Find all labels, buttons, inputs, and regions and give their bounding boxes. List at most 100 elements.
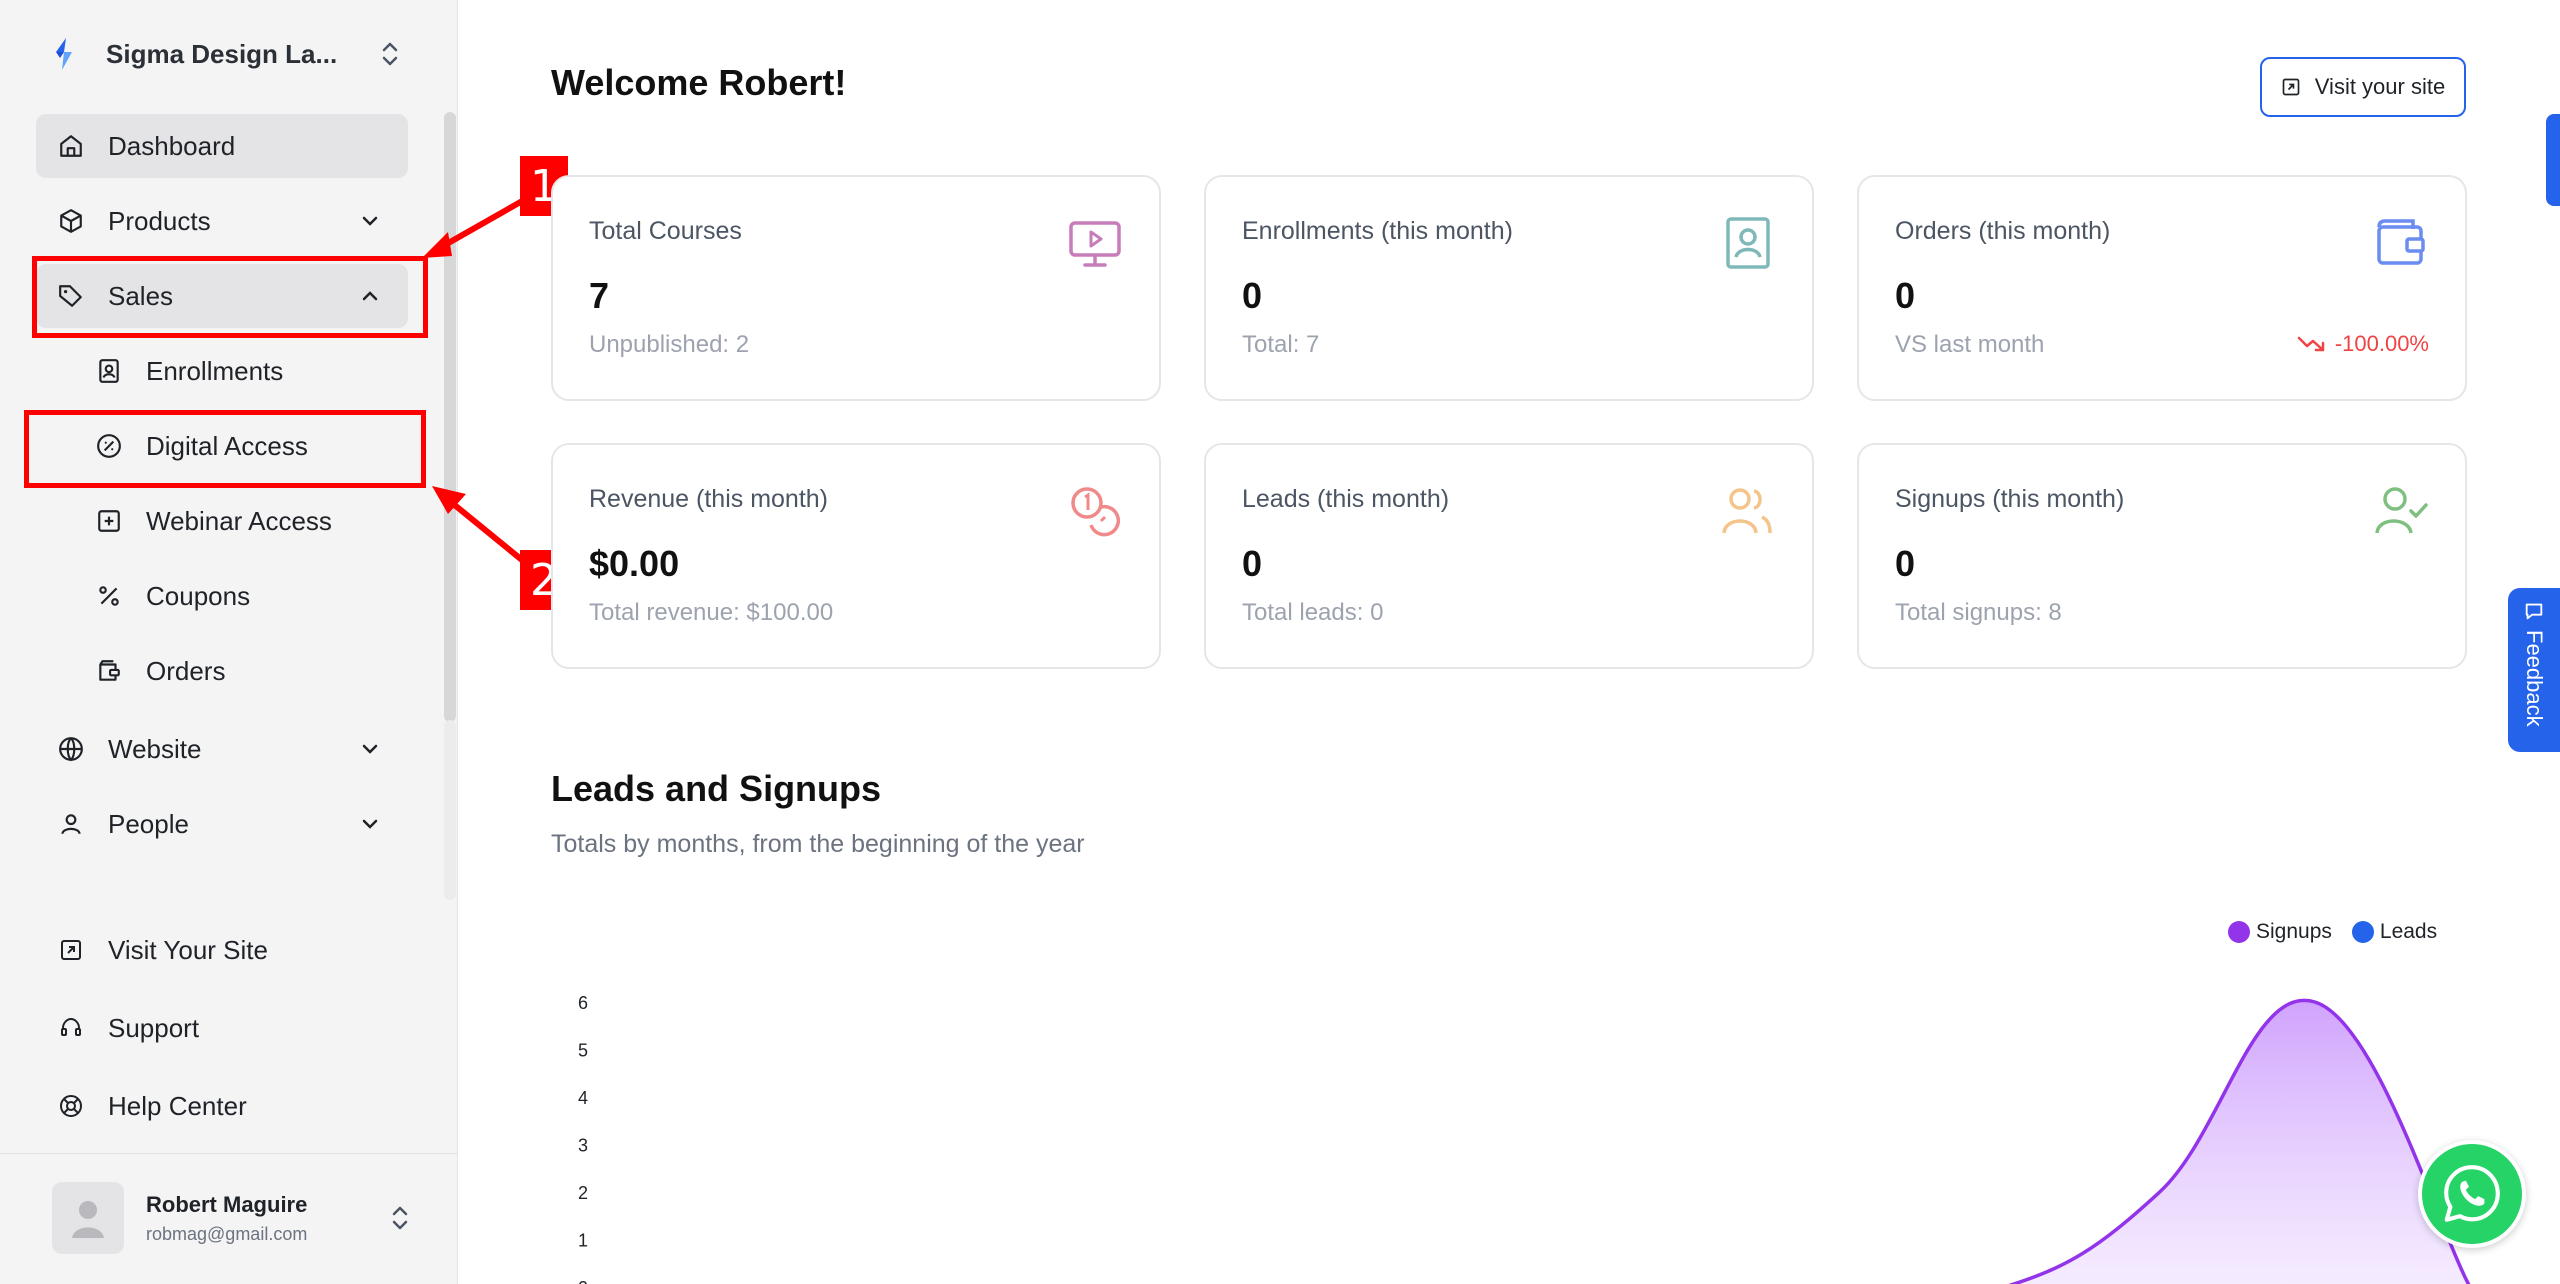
sidebar-item-coupons[interactable]: Coupons: [74, 564, 408, 628]
chevron-down-icon: [362, 216, 378, 226]
sidebar-divider: [0, 1153, 458, 1154]
visit-site-button[interactable]: Visit your site: [2260, 57, 2466, 117]
percent-icon: [96, 583, 122, 609]
sidebar-item-people[interactable]: People: [36, 792, 408, 856]
card-title: Total Courses: [589, 217, 742, 245]
feedback-label: Feedback: [2522, 630, 2547, 727]
chat-bubble-icon: [2525, 603, 2543, 620]
sidebar-item-label: Website: [108, 733, 202, 764]
sidebar-bottom-links: Visit Your Site Support Help Center: [36, 918, 408, 1152]
section-title: Leads and Signups: [551, 768, 882, 809]
sidebar-scrollbar-thumb[interactable]: [444, 112, 456, 722]
page-title: Welcome Robert!: [551, 62, 847, 103]
users-icon: [1722, 488, 1772, 534]
sidebar-item-label: People: [108, 808, 189, 839]
card-title: Enrollments (this month): [1242, 217, 1513, 245]
y-tick-label: 2: [578, 1183, 588, 1203]
sidebar-item-label: Webinar Access: [146, 505, 332, 536]
stat-card-total-courses: Total Courses 7 Unpublished: 2: [551, 175, 1161, 401]
annotation-box-digital-access: [24, 410, 426, 488]
legend-item-signups[interactable]: Signups: [2228, 920, 2332, 944]
annotation-box-sales: [32, 256, 428, 338]
home-icon: [58, 133, 84, 159]
chevron-down-icon: [362, 819, 378, 829]
sidebar-item-website[interactable]: Website: [36, 717, 408, 781]
stat-card-revenue: Revenue (this month) $0.00 Total revenue…: [551, 443, 1161, 669]
side-panel-tab[interactable]: [2546, 114, 2560, 206]
globe-icon: [58, 736, 84, 762]
sidebar-link-support[interactable]: Support: [36, 996, 408, 1060]
sidebar-item-label: Products: [108, 205, 211, 236]
card-value: 0: [1895, 275, 1916, 316]
y-tick-label: 0: [578, 1278, 588, 1284]
user-icon: [58, 811, 84, 837]
org-switcher[interactable]: Sigma Design La...: [50, 30, 402, 78]
card-title: Leads (this month): [1242, 485, 1450, 513]
sidebar-item-label: Dashboard: [108, 130, 236, 161]
card-title: Signups (this month): [1895, 485, 2125, 513]
sidebar-item-dashboard[interactable]: Dashboard: [36, 114, 408, 178]
whatsapp-button[interactable]: [2418, 1140, 2526, 1248]
app-root: Sigma Design La... Dashboard Products Sa…: [0, 0, 2560, 1284]
user-email: robmag@gmail.com: [146, 1223, 308, 1244]
card-subtext: Total signups: 8: [1895, 599, 2062, 626]
sidebar-item-label: Visit Your Site: [108, 934, 268, 965]
sidebar-link-help-center[interactable]: Help Center: [36, 1074, 408, 1138]
legend-dot: [2351, 921, 2374, 943]
stat-card-orders: Orders (this month) 0 VS last month -100…: [1857, 175, 2467, 401]
external-link-icon: [58, 937, 84, 963]
user-menu[interactable]: Robert Maguire robmag@gmail.com: [52, 1182, 412, 1254]
headset-icon: [58, 1015, 84, 1041]
y-tick-label: 1: [578, 1231, 588, 1251]
stat-card-enrollments: Enrollments (this month) 0 Total: 7: [1204, 175, 1814, 401]
legend-item-leads[interactable]: Leads: [2351, 920, 2438, 944]
series-signups-area: [2013, 1000, 2469, 1284]
visit-site-label: Visit your site: [2314, 74, 2446, 99]
sidebar-item-label: Help Center: [108, 1090, 247, 1121]
chart-legend: Signups Leads: [2228, 920, 2457, 944]
external-link-icon: [2282, 78, 2300, 96]
sidebar-item-orders[interactable]: Orders: [74, 639, 408, 703]
sidebar-item-webinar-access[interactable]: Webinar Access: [74, 489, 408, 553]
sales-submenu: Enrollments Digital Access Webinar Acces…: [36, 339, 408, 703]
card-value: 0: [1895, 543, 1916, 584]
chevrons-up-down-icon: [382, 42, 398, 66]
section-subtitle: Totals by months, from the beginning of …: [551, 830, 1085, 858]
org-name: Sigma Design La...: [106, 38, 338, 69]
sidebar-item-label: Enrollments: [146, 355, 284, 386]
whatsapp-icon: [2444, 1165, 2500, 1222]
card-subtext: Total: 7: [1242, 331, 1320, 358]
legend-label: Leads: [2379, 920, 2438, 943]
user-check-icon: [2375, 487, 2428, 534]
sidebar-nav: Dashboard Products Sales Enrollments Dig…: [36, 114, 408, 867]
brand-logo-icon: [56, 38, 72, 70]
sidebar-link-visit-site[interactable]: Visit Your Site: [36, 918, 408, 982]
y-tick-label: 4: [578, 1088, 588, 1108]
user-info: Robert Maguire robmag@gmail.com: [146, 1192, 388, 1245]
card-title: Revenue (this month): [589, 485, 829, 513]
wallet-icon: [96, 658, 122, 684]
plus-square-icon: [96, 508, 122, 534]
wallet-icon: [2377, 219, 2425, 265]
trending-down-icon: [2297, 336, 2325, 352]
monitor-play-icon: [1069, 221, 1121, 267]
stat-card-signups: Signups (this month) 0 Total signups: 8: [1857, 443, 2467, 669]
avatar-placeholder-icon: [72, 1201, 104, 1238]
avatar: [52, 1182, 124, 1254]
y-tick-label: 6: [578, 993, 588, 1013]
card-subtext: Total leads: 0: [1242, 599, 1384, 626]
contact-book-icon: [96, 358, 122, 384]
sidebar-item-label: Orders: [146, 655, 226, 686]
card-title: Orders (this month): [1895, 217, 2111, 245]
sidebar-scrollbar-track[interactable]: [444, 720, 456, 900]
sidebar-item-products[interactable]: Products: [36, 189, 408, 253]
feedback-button[interactable]: Feedback: [2508, 588, 2560, 752]
card-value: 0: [1242, 543, 1263, 584]
trend-indicator: -100.00%: [2297, 331, 2429, 357]
life-buoy-icon: [58, 1093, 84, 1119]
card-subtext: Total revenue: $100.00: [589, 599, 834, 626]
card-subtext: VS last month: [1895, 331, 2045, 358]
y-tick-label: 5: [578, 1041, 588, 1061]
card-value: $0.00: [589, 543, 680, 584]
sidebar-item-enrollments[interactable]: Enrollments: [74, 339, 408, 403]
